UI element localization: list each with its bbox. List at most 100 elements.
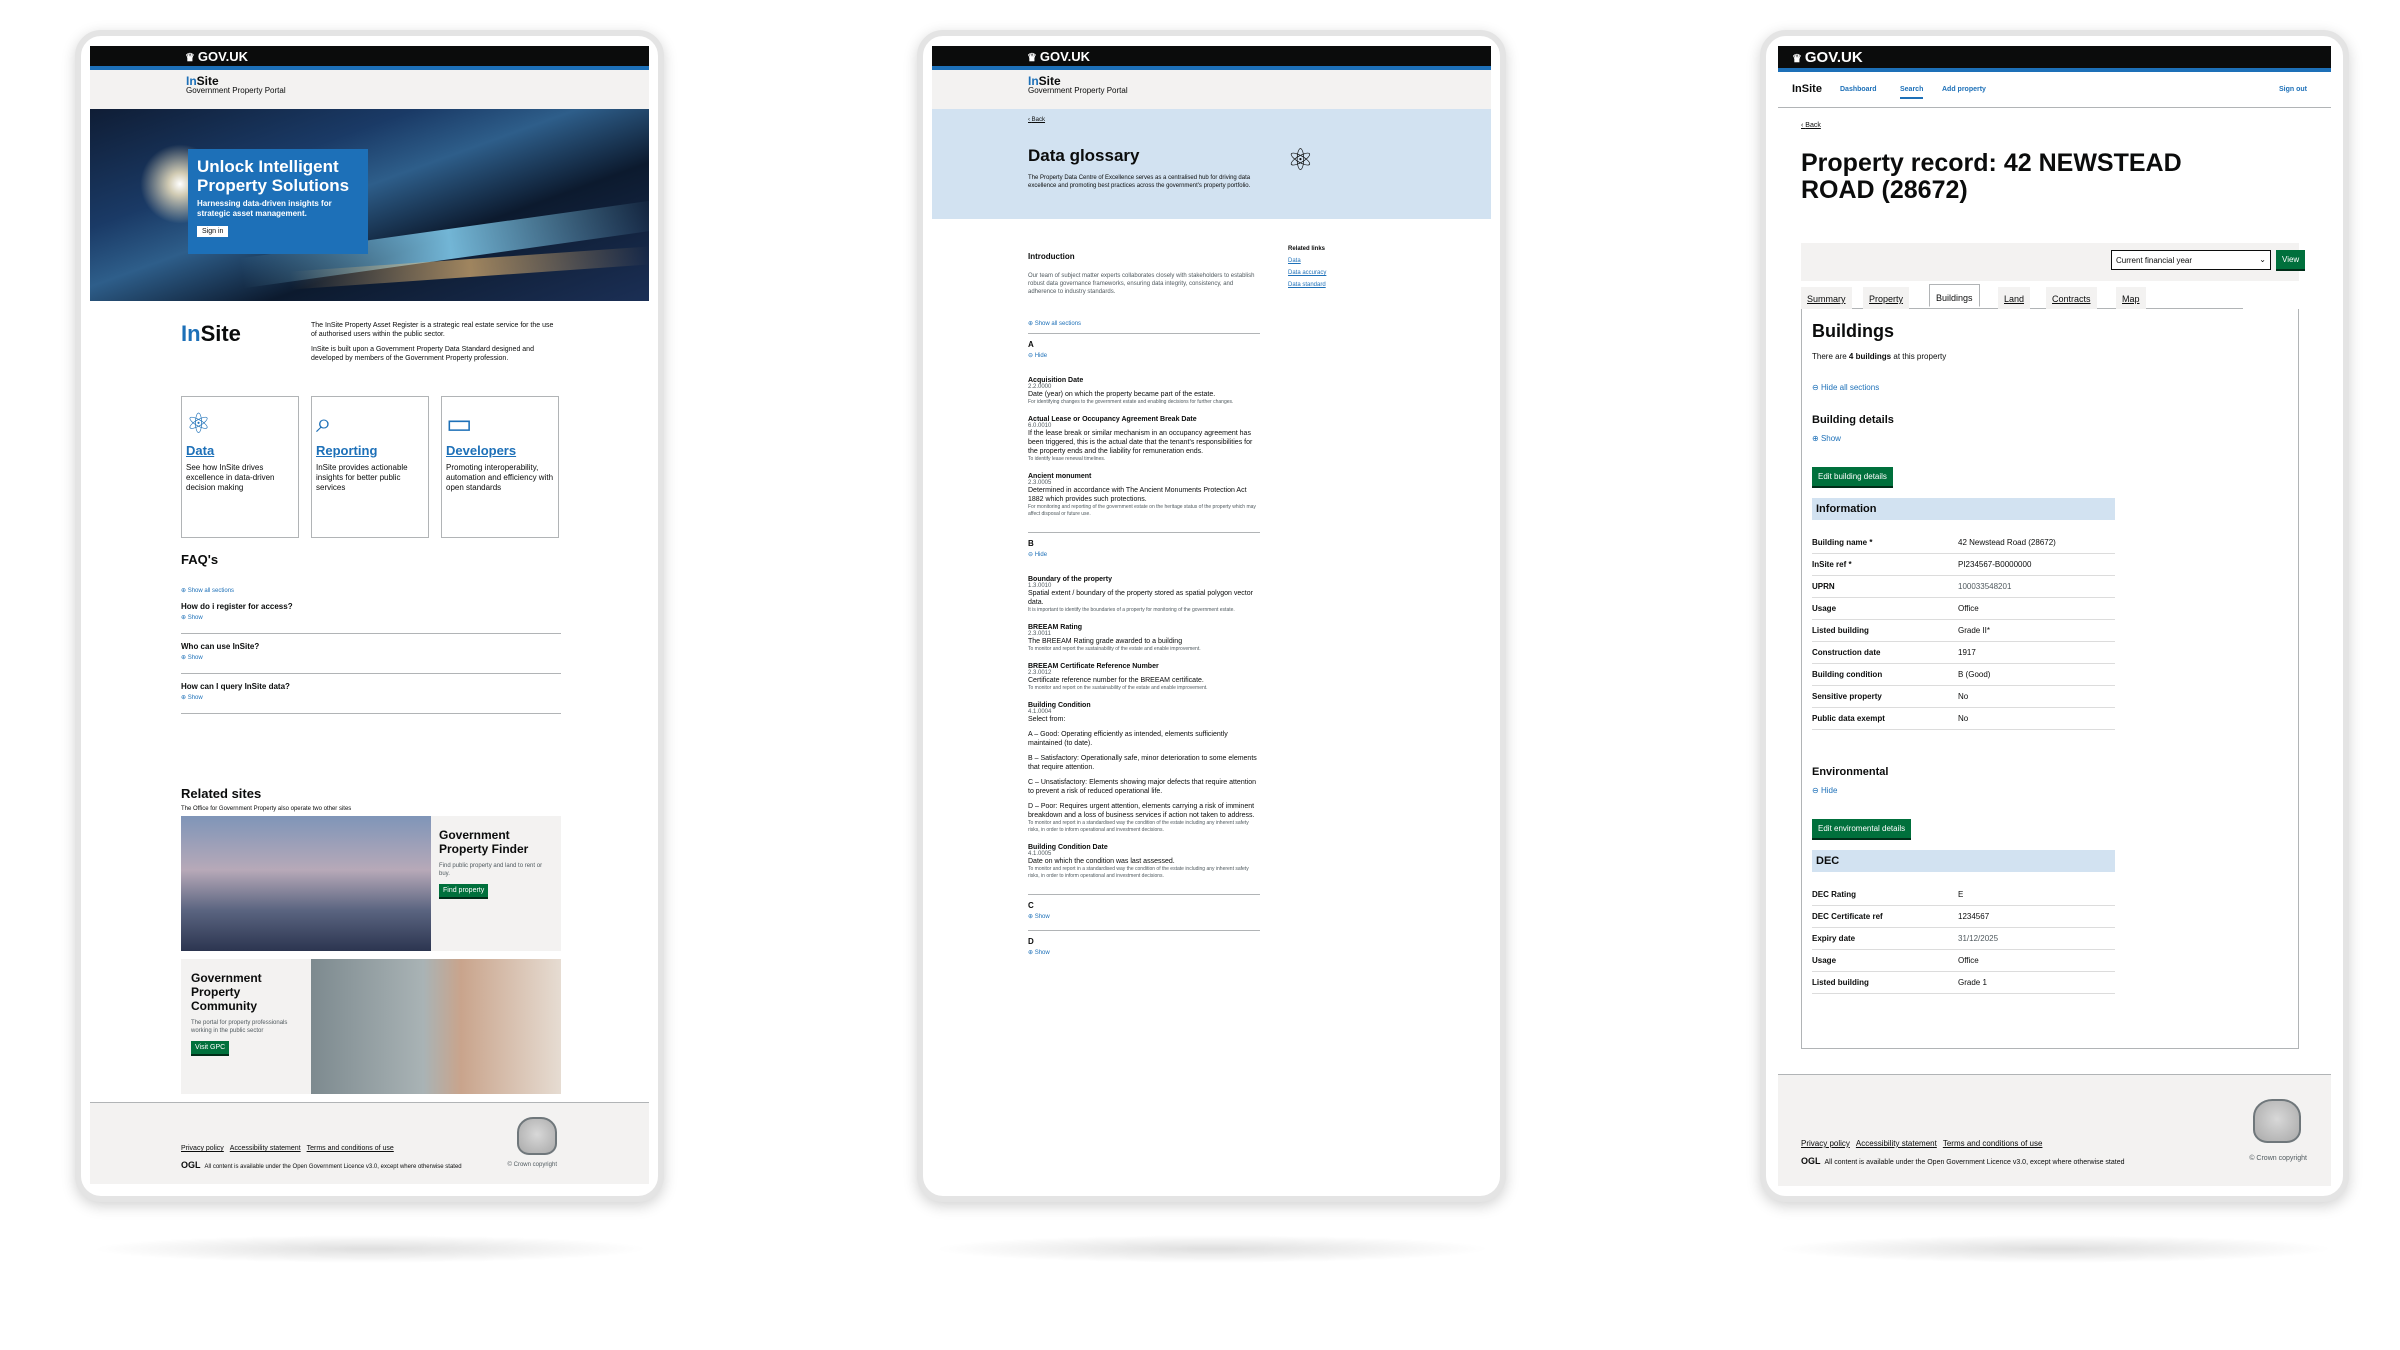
sign-in-button[interactable]: Sign in [197, 226, 229, 237]
govuk-logo[interactable]: GOV.UK [1805, 49, 1863, 66]
nav-dashboard[interactable]: Dashboard [1840, 86, 1877, 93]
letter-c: C [1028, 901, 1034, 910]
dec-row: Listed building Grade 1 [1812, 972, 2115, 994]
terms-link[interactable]: Terms and conditions of use [307, 1145, 394, 1152]
hide-a[interactable]: ⊖ Hide [1028, 352, 1260, 359]
card-data-text: See how InSite drives excellence in data… [186, 463, 275, 492]
tab-map[interactable]: Map [2116, 287, 2146, 309]
card-developers-link[interactable]: Developers [446, 443, 554, 458]
card-reporting[interactable]: ⌕ Reporting InSite provides actionable ins… [311, 396, 429, 538]
privacy-link[interactable]: Privacy policy [181, 1145, 224, 1152]
crown-icon: ♛ [1027, 52, 1037, 64]
related-link[interactable]: Data standard [1288, 282, 1348, 288]
glossary-title: Data glossary [1028, 146, 1140, 165]
information-list: Building name * 42 Newstead Road (28672) … [1812, 532, 2122, 730]
view-button[interactable]: View [2276, 250, 2306, 269]
card-data[interactable]: ⚛ Data See how InSite drives excellence in… [181, 396, 299, 538]
privacy-link[interactable]: Privacy policy [1801, 1139, 1850, 1148]
info-row: Sensitive property No [1812, 686, 2115, 708]
device-shadow [932, 1235, 1492, 1263]
site-footer: Privacy policy Accessibility statement Ter… [90, 1102, 649, 1184]
sign-out-link[interactable]: Sign out [2279, 86, 2307, 93]
govuk-header: ♛ GOV.UK [90, 46, 649, 70]
show-c[interactable]: ⊕ Show [1028, 913, 1260, 920]
service-name[interactable]: InSite [186, 75, 649, 87]
letter-d: D [1028, 937, 1034, 946]
tab-contracts[interactable]: Contracts [2046, 287, 2097, 309]
ogl-logo: OGL [181, 1160, 201, 1170]
info-row: Construction date 1917 [1812, 642, 2115, 664]
edit-environmental-details-button[interactable]: Edit enviromental details [1812, 819, 1912, 838]
edit-building-details-button[interactable]: Edit building details [1812, 467, 1893, 486]
info-row: UPRN 100033548201 [1812, 576, 2115, 598]
govuk-logo[interactable]: GOV.UK [1040, 49, 1090, 64]
crown-icon: ♛ [1792, 53, 1802, 65]
govuk-logo[interactable]: GOV.UK [198, 49, 248, 64]
royal-coat-of-arms-icon [517, 1117, 557, 1155]
financial-year-select[interactable]: Current financial year ⌄ [2111, 250, 2271, 270]
info-row: Listed building Grade II* [1812, 620, 2115, 642]
glossary-screen: ♛ GOV.UK InSite Government Property Porta… [932, 46, 1491, 1184]
show-building-details[interactable]: ⊕ Show [1812, 434, 2122, 443]
show-all-sections[interactable]: ⊕ Show all sections [181, 587, 561, 594]
visit-gpc-button[interactable]: Visit GPC [191, 1041, 230, 1054]
tab-buildings[interactable]: Buildings [1929, 284, 1980, 307]
glossary-term: Building Condition 4.1.0004 Select from: A… [1028, 702, 1257, 833]
terms-link[interactable]: Terms and conditions of use [1943, 1139, 2043, 1148]
accessibility-link[interactable]: Accessibility statement [1856, 1139, 1937, 1148]
faq-item[interactable]: How can I query InSite data? ⊕ Show [181, 674, 561, 714]
glossary-term: Actual Lease or Occupancy Agreement Brea… [1028, 416, 1253, 462]
related-links: Related links Data Data accuracy Data st… [1288, 246, 1348, 288]
network-icon: ⚛ [186, 408, 212, 439]
back-link[interactable]: ‹ Back [1028, 117, 1045, 123]
faq-title: FAQ's [181, 552, 219, 567]
dec-row: DEC Rating E [1812, 884, 2115, 906]
related-heading: Related links [1288, 246, 1326, 252]
hide-b[interactable]: ⊖ Hide [1028, 551, 1260, 558]
tablet-frame-glossary: ♛ GOV.UK InSite Government Property Porta… [917, 30, 1506, 1202]
info-row: Usage Office [1812, 598, 2115, 620]
info-row: InSite ref * PI234567-B0000000 [1812, 554, 2115, 576]
glossary-term: BREEAM Certificate Reference Number 2.3.0… [1028, 663, 1208, 691]
faq-item[interactable]: Who can use InSite? ⊕ Show [181, 634, 561, 674]
accessibility-link[interactable]: Accessibility statement [230, 1145, 301, 1152]
buildings-heading: Buildings [1812, 321, 1894, 341]
glossary-lede: The Property Data Centre of Excellence s… [1028, 175, 1251, 189]
tab-summary[interactable]: Summary [1801, 287, 1852, 309]
back-link[interactable]: ‹ Back [1801, 122, 1821, 129]
letter-a: A [1028, 340, 1034, 349]
card-reporting-link[interactable]: Reporting [316, 443, 424, 458]
related-link[interactable]: Data [1288, 258, 1348, 264]
tab-property[interactable]: Property [1863, 287, 1910, 309]
intro-text-1: The InSite Property Asset Register is a … [311, 322, 554, 338]
dec-row: Usage Office [1812, 950, 2115, 972]
card-data-link[interactable]: Data [186, 443, 294, 458]
card-developers[interactable]: ▭ Developers Promoting interoperability, a… [441, 396, 559, 538]
hide-all-sections[interactable]: ⊖ Hide all sections [1812, 383, 2122, 392]
service-portal: Government Property Portal [1028, 86, 1128, 95]
royal-coat-of-arms-icon [2253, 1099, 2301, 1143]
licence-text: All content is available under the Open … [1824, 1159, 2125, 1166]
year-filter-bar: Current financial year ⌄ View [1801, 243, 2306, 281]
glossary-term: Boundary of the property 1.3.0010 Spatial … [1028, 576, 1253, 613]
faq-item[interactable]: How do i register for access? ⊕ Show [181, 594, 561, 634]
gpc-text: The portal for property professionals wo… [191, 1020, 288, 1034]
crown-icon: ♛ [185, 52, 195, 64]
service-name[interactable]: InSite [1028, 75, 1491, 87]
service-brand[interactable]: InSite [1792, 83, 1822, 95]
show-all-sections[interactable]: ⊕ Show all sections [1028, 320, 1260, 327]
info-row: Building name * 42 Newstead Road (28672) [1812, 532, 2115, 554]
feature-cards: ⚛ Data See how InSite drives excellence in… [181, 396, 561, 538]
hide-environmental[interactable]: ⊖ Hide [1812, 786, 2122, 795]
nav-search[interactable]: Search [1900, 86, 1924, 99]
related-link[interactable]: Data accuracy [1288, 270, 1348, 276]
faq-section: FAQ's ⊕ Show all sections How do i regis… [181, 552, 561, 714]
tablet-frame-home: ♛ GOV.UK InSite Government Property Porta… [75, 30, 664, 1202]
glossary-term: Ancient monument 2.3.0005 Determined in ac… [1028, 473, 1256, 517]
show-d[interactable]: ⊕ Show [1028, 949, 1260, 956]
find-property-button[interactable]: Find property [439, 884, 489, 897]
tab-land[interactable]: Land [1998, 287, 2031, 309]
glossary-term: BREEAM Rating 2.3.0011 The BREEAM Rating g… [1028, 624, 1201, 652]
nav-add-property[interactable]: Add property [1942, 86, 1986, 93]
buildings-panel: Buildings There are 4 buildings at this … [1801, 309, 2299, 1049]
